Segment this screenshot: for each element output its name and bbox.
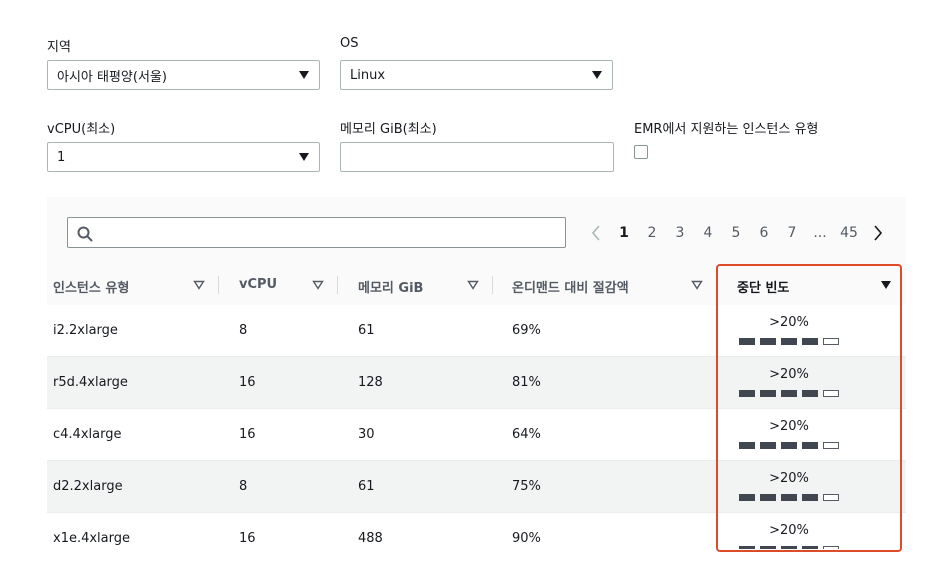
pagination: 1 2 3 4 5 6 7 ... 45: [590, 222, 890, 244]
interruption-meter: [739, 494, 849, 502]
interruption-cell: >20%: [739, 315, 839, 345]
vcpu-select[interactable]: 1: [47, 142, 320, 172]
table-row[interactable]: x1e.4xlarge 16 488 90% >20%: [47, 513, 906, 573]
os-select-value: Linux: [350, 67, 386, 83]
region-select[interactable]: 아시아 태평양(서울): [47, 60, 320, 90]
instance-type-cell: x1e.4xlarge: [53, 531, 131, 546]
interruption-text: >20%: [769, 471, 809, 486]
interruption-meter: [739, 338, 849, 346]
table-row[interactable]: i2.2xlarge 8 61 69% >20%: [47, 305, 906, 357]
caret-down-icon: [299, 71, 309, 79]
search-input[interactable]: [67, 217, 566, 248]
interruption-text: >20%: [769, 523, 809, 538]
table-row[interactable]: c4.4xlarge 16 30 64% >20%: [47, 409, 906, 461]
memory-cell: 61: [358, 479, 375, 494]
chevron-right-icon[interactable]: [872, 222, 884, 251]
os-select[interactable]: Linux: [340, 60, 613, 90]
savings-cell: 81%: [512, 375, 541, 390]
column-header-interruption[interactable]: 중단 빈도: [737, 277, 789, 296]
interruption-meter: [739, 546, 839, 549]
interruption-cell: >20%: [739, 367, 839, 397]
chevron-left-icon[interactable]: [590, 222, 602, 251]
interruption-cell: >20%: [739, 523, 839, 549]
page-2[interactable]: 2: [642, 222, 662, 244]
column-divider: [492, 276, 493, 294]
interruption-cell: >20%: [739, 419, 839, 449]
column-divider: [218, 276, 219, 294]
region-label: 지역: [47, 40, 71, 55]
vcpu-cell: 16: [239, 427, 256, 442]
savings-cell: 90%: [512, 531, 541, 546]
interruption-cell: >20%: [739, 471, 839, 501]
page-45[interactable]: 45: [838, 222, 860, 244]
page-1[interactable]: 1: [614, 222, 634, 244]
page-6[interactable]: 6: [754, 222, 774, 244]
table-row[interactable]: d2.2xlarge 8 61 75% >20%: [47, 461, 906, 513]
vcpu-label: vCPU(최소): [47, 122, 116, 137]
instance-type-cell: c4.4xlarge: [53, 427, 122, 442]
memory-cell: 488: [358, 531, 383, 546]
interruption-text: >20%: [769, 367, 809, 382]
page-3[interactable]: 3: [670, 222, 690, 244]
interruption-meter: [739, 390, 849, 398]
table-row[interactable]: r5d.4xlarge 16 128 81% >20%: [47, 357, 906, 409]
savings-cell: 75%: [512, 479, 541, 494]
instance-type-cell: d2.2xlarge: [53, 479, 123, 494]
instance-type-cell: i2.2xlarge: [53, 323, 118, 338]
region-select-value: 아시아 태평양(서울): [57, 69, 167, 85]
vcpu-cell: 8: [239, 479, 248, 494]
search-icon: [77, 226, 93, 242]
savings-cell: 64%: [512, 427, 541, 442]
page-4[interactable]: 4: [698, 222, 718, 244]
memory-label: 메모리 GiB(최소): [340, 122, 437, 137]
column-divider: [337, 276, 338, 294]
os-label: OS: [340, 36, 359, 51]
vcpu-select-value: 1: [57, 149, 66, 165]
emr-label: EMR에서 지원하는 인스턴스 유형: [634, 122, 819, 137]
memory-input[interactable]: [340, 142, 614, 172]
sort-icon[interactable]: [193, 280, 205, 290]
column-header-memory[interactable]: 메모리 GiB: [358, 277, 423, 296]
sort-icon[interactable]: [691, 280, 703, 290]
page-7[interactable]: 7: [782, 222, 802, 244]
page-ellipsis: ...: [813, 225, 827, 241]
caret-down-icon: [592, 71, 602, 79]
instance-type-cell: r5d.4xlarge: [53, 375, 128, 390]
caret-down-icon: [299, 153, 309, 161]
vcpu-cell: 16: [239, 375, 256, 390]
vcpu-cell: 8: [239, 323, 248, 338]
emr-checkbox[interactable]: [634, 145, 648, 159]
memory-cell: 128: [358, 375, 383, 390]
sort-icon[interactable]: [467, 280, 479, 290]
vcpu-cell: 16: [239, 531, 256, 546]
sort-descending-icon[interactable]: [880, 280, 892, 290]
column-header-instance-type[interactable]: 인스턴스 유형: [53, 277, 129, 296]
memory-cell: 30: [358, 427, 375, 442]
savings-cell: 69%: [512, 323, 541, 338]
interruption-text: >20%: [769, 315, 809, 330]
sort-icon[interactable]: [312, 280, 324, 290]
memory-cell: 61: [358, 323, 375, 338]
interruption-text: >20%: [769, 419, 809, 434]
page-5[interactable]: 5: [726, 222, 746, 244]
column-header-vcpu[interactable]: vCPU: [239, 277, 277, 292]
column-header-savings[interactable]: 온디맨드 대비 절감액: [512, 277, 629, 296]
interruption-meter: [739, 442, 849, 450]
